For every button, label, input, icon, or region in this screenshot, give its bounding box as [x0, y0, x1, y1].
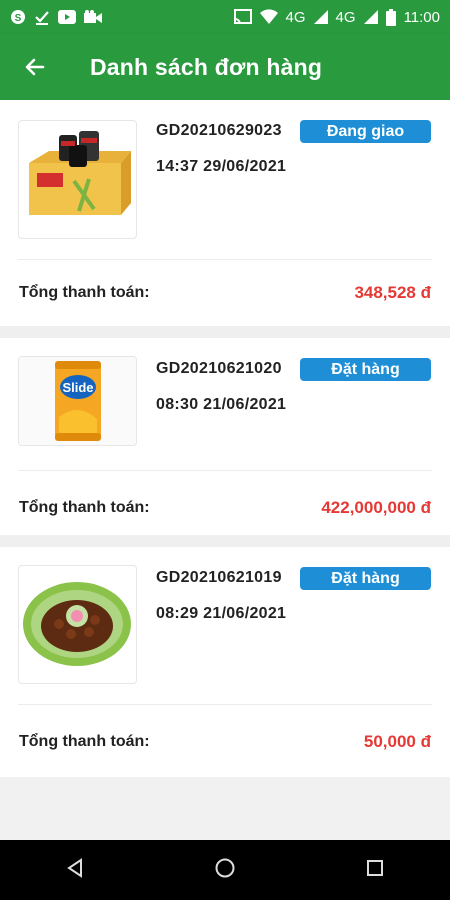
- network-label-1: 4G: [285, 8, 306, 26]
- status-bar: S 4G 4G 11:00: [0, 0, 450, 34]
- svg-text:S: S: [15, 13, 22, 24]
- total-label: Tổng thanh toán:: [19, 284, 150, 301]
- signal-icon: [363, 10, 378, 24]
- skype-icon: S: [10, 9, 26, 25]
- clock: 11:00: [403, 8, 440, 26]
- status-badge: Đang giao: [300, 120, 431, 143]
- order-card[interactable]: GD20210629023 Đang giao 14:37 29/06/2021…: [0, 100, 450, 326]
- notification-icons: S: [10, 9, 102, 25]
- card-separator: [0, 326, 450, 338]
- status-badge: Đặt hàng: [300, 567, 431, 590]
- order-list: GD20210629023 Đang giao 14:37 29/06/2021…: [0, 100, 450, 777]
- video-camera-icon: [84, 10, 102, 24]
- total-row: Tổng thanh toán: 422,000,000 đ: [0, 480, 450, 535]
- total-label: Tổng thanh toán:: [19, 733, 150, 750]
- youtube-icon: [58, 10, 76, 24]
- cast-icon: [233, 9, 252, 25]
- system-icons: 4G 4G 11:00: [233, 8, 440, 26]
- app-bar: Danh sách đơn hàng: [0, 34, 450, 100]
- system-navigation-bar: [0, 840, 450, 900]
- wifi-icon: [259, 9, 278, 25]
- order-id: GD20210621019: [156, 569, 282, 586]
- order-time: 08:29 21/06/2021: [156, 605, 287, 622]
- divider: [18, 470, 432, 471]
- total-row: Tổng thanh toán: 50,000 đ: [0, 693, 450, 777]
- product-image: [18, 120, 137, 239]
- order-id: GD20210621020: [156, 360, 282, 377]
- total-amount: 422,000,000 đ: [321, 497, 431, 517]
- card-separator: [0, 535, 450, 547]
- order-card[interactable]: Slide GD20210621020 Đặt hàng 08:30 21/06…: [0, 338, 450, 535]
- divider: [18, 259, 432, 260]
- battery-icon: [385, 8, 396, 26]
- back-button[interactable]: [0, 34, 70, 100]
- product-image: [18, 565, 137, 684]
- order-id: GD20210629023: [156, 122, 282, 139]
- recents-square-icon[interactable]: [364, 857, 386, 884]
- back-triangle-icon[interactable]: [64, 857, 86, 884]
- total-amount: 348,528 đ: [354, 283, 431, 302]
- total-label: Tổng thanh toán:: [19, 498, 150, 516]
- order-card[interactable]: GD20210621019 Đặt hàng 08:29 21/06/2021 …: [0, 547, 450, 777]
- total-row: Tổng thanh toán: 348,528 đ: [0, 260, 450, 326]
- arrow-left-icon: [25, 58, 45, 76]
- total-amount: 50,000 đ: [363, 732, 431, 751]
- page-title: Danh sách đơn hàng: [90, 53, 323, 80]
- status-badge: Đặt hàng: [300, 358, 431, 381]
- network-label-2: 4G: [335, 8, 356, 26]
- home-circle-icon[interactable]: [214, 857, 236, 884]
- download-done-icon: [34, 9, 50, 25]
- divider: [18, 704, 432, 705]
- order-time: 08:30 21/06/2021: [156, 396, 287, 413]
- signal-icon: [313, 10, 328, 24]
- svg-text:Slide: Slide: [62, 380, 93, 395]
- order-time: 14:37 29/06/2021: [156, 158, 287, 175]
- product-image: Slide: [18, 356, 137, 446]
